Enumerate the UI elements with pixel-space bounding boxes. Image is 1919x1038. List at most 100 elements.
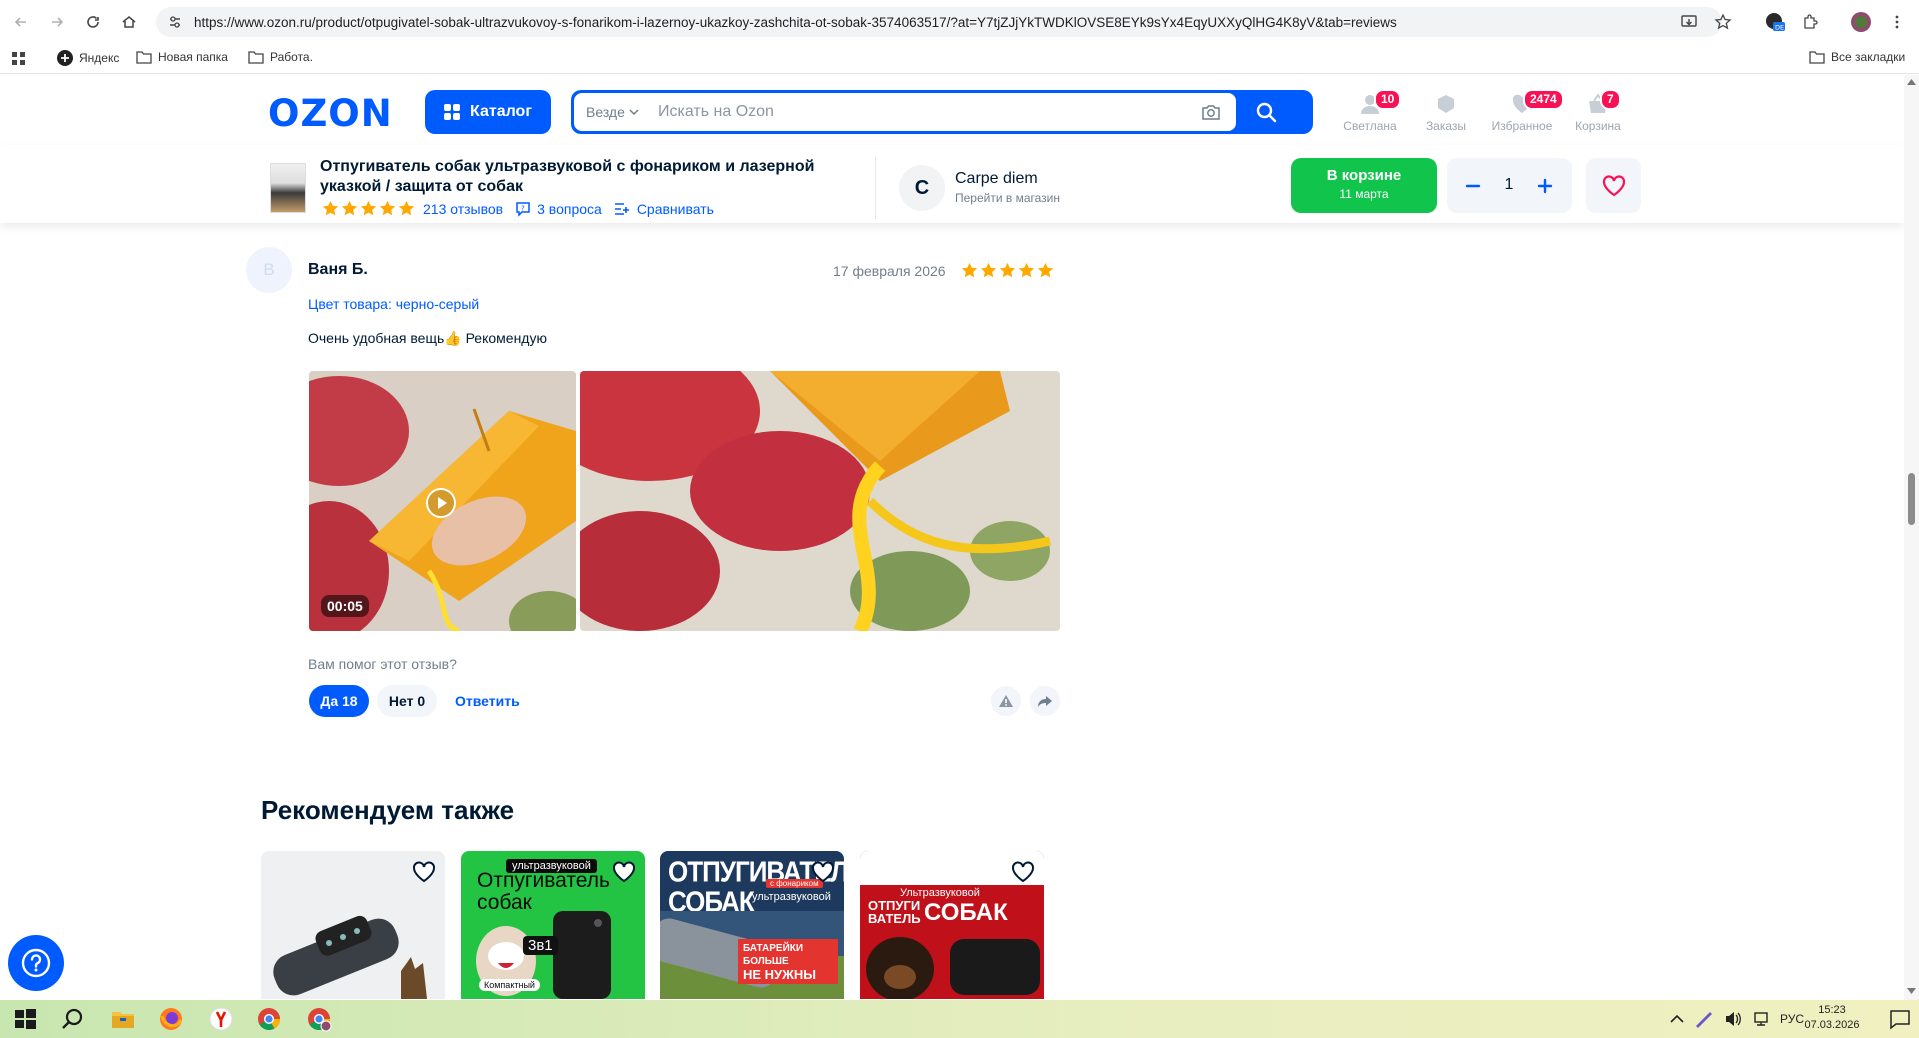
bookmark-new-folder[interactable]: Новая папка [136,50,228,64]
review-date: 17 февраля 2026 [833,263,946,279]
catalog-button[interactable]: Каталог [425,90,551,134]
clock-date: 07.03.2026 [1804,1019,1860,1031]
review-video-thumbnail[interactable]: 00:05 [309,371,576,631]
forward-button[interactable] [45,10,69,34]
network-icon[interactable] [1752,1011,1770,1027]
bookmark-star-button[interactable] [1711,10,1735,34]
reload-button[interactable] [81,10,105,34]
notifications-icon[interactable] [1888,1007,1912,1031]
speaker-icon[interactable] [1724,1011,1742,1027]
in-cart-label: В корзине [1326,167,1402,184]
review-photo[interactable] [580,371,1060,631]
apps-grid-icon[interactable] [12,52,26,66]
svg-text:DE: DE [1775,24,1784,32]
search-input[interactable] [658,97,1178,127]
page-scrollbar[interactable] [1904,75,1919,1000]
address-bar[interactable]: https://www.ozon.ru/product/otpugivatel-… [156,7,1722,37]
header-profile[interactable]: 10 Светлана [1335,89,1405,133]
camera-search-button[interactable] [1201,103,1221,121]
search-icon[interactable] [60,1006,86,1032]
windows-taskbar [0,1000,1919,1038]
scrollbar-thumb[interactable] [1908,473,1915,525]
share-button[interactable] [1030,686,1060,716]
helpful-question: Вам помог этот отзыв? [308,656,457,672]
card-label: ультразвуковой [752,891,831,903]
delivery-date: 11 марта [1339,187,1389,201]
reviewer-avatar: В [246,247,292,293]
report-button[interactable] [991,686,1021,716]
profile-icon [1851,12,1871,32]
header-orders[interactable]: Заказы [1411,93,1481,133]
helpful-no-button[interactable]: Нет 0 [377,685,437,717]
seller-name[interactable]: Carpe diem [955,170,1038,188]
helpful-yes-button[interactable]: Да 18 [309,685,369,717]
yandex-browser-icon[interactable] [208,1006,234,1032]
header-item-label: Корзина [1575,119,1621,133]
home-icon [122,16,136,28]
seller-avatar[interactable]: C [899,165,945,211]
product-rating-stars [322,200,415,217]
quantity-increase-button[interactable] [1531,172,1559,200]
search-scope-select[interactable]: Везде [586,104,639,120]
back-button[interactable] [9,10,33,34]
system-tray: РУС [1670,1000,1804,1038]
bookmark-work-folder[interactable]: Работа. [248,50,313,64]
card-label: СОБАК [924,899,1008,926]
profile-avatar[interactable] [1849,10,1873,34]
reply-button[interactable]: Ответить [455,693,520,709]
questions-link[interactable]: 3 вопроса [537,201,602,217]
install-app-button[interactable] [1677,10,1701,34]
compare-link[interactable]: Сравнивать [637,201,714,217]
product-card[interactable]: Ультразвуковой ОТПУГИ ВАТЕЛЬ СОБАК [860,851,1044,999]
bookmark-yandex[interactable]: Яндекс [57,50,119,66]
extensions-button[interactable] [1798,10,1822,34]
pen-icon[interactable] [1694,1010,1714,1028]
star-icon [379,200,396,216]
minus-icon [1465,184,1481,188]
review-product-color[interactable]: Цвет товара: черно-серый [308,296,479,312]
star-icon [961,262,978,278]
windows-start-icon[interactable] [12,1006,38,1032]
chrome-profile-icon[interactable] [306,1006,332,1032]
quantity-decrease-button[interactable] [1459,172,1487,200]
url-text: https://www.ozon.ru/product/otpugivatel-… [194,14,1397,30]
ozon-logo[interactable]: OZON [268,92,393,135]
help-chat-button[interactable] [8,935,64,991]
file-explorer-icon[interactable] [110,1006,136,1032]
translate-extension-button[interactable]: DE [1763,10,1787,34]
all-bookmarks[interactable]: Все закладки [1809,50,1905,64]
in-cart-button[interactable]: В корзине 11 марта [1291,158,1437,213]
header-favorites[interactable]: 2474 Избранное [1487,89,1564,133]
scroll-down-arrow-icon [1907,988,1916,994]
reviewer-name: Ваня Б. [308,261,368,278]
star-icon [1037,262,1054,278]
star-icon [398,200,415,216]
product-title[interactable]: Отпугиватель собак ультразвуковой с фона… [320,157,840,197]
taskbar-clock[interactable]: 15:23 07.03.2026 [1800,1003,1864,1033]
browser-menu-button[interactable] [1885,10,1909,34]
star-icon [980,262,997,278]
product-card[interactable]: ОТПУГИВАТЕЛЬ СОБАК с фонариком ультразву… [660,851,844,999]
profile-badge: 10 [1374,89,1402,110]
firefox-icon[interactable] [158,1006,184,1032]
go-to-store-link[interactable]: Перейти в магазин [955,191,1060,205]
header-cart[interactable]: 7 Корзина [1563,89,1633,133]
divider [875,157,876,219]
home-button[interactable] [117,10,141,34]
reviews-link[interactable]: 213 отзывов [423,201,503,217]
share-arrow-icon [1038,696,1052,707]
star-icon [999,262,1016,278]
product-meta: 213 отзывов ? 3 вопроса Сравнивать [322,200,714,217]
reload-icon [87,16,99,28]
question-bubble-icon: ? [516,201,530,217]
search-submit-button[interactable] [1255,101,1277,123]
chevron-up-icon[interactable] [1670,1014,1684,1024]
search-box: Везде [571,90,1313,134]
product-photo [866,937,1040,999]
product-card[interactable]: ультразвуковой Отпугиватель собак 3в1 Ко… [461,851,645,999]
cart-badge: 7 [1600,89,1621,110]
product-thumbnail[interactable] [270,163,306,213]
product-card[interactable] [261,851,445,999]
chrome-icon[interactable] [256,1006,282,1032]
add-to-favorites-button[interactable] [1586,158,1641,213]
